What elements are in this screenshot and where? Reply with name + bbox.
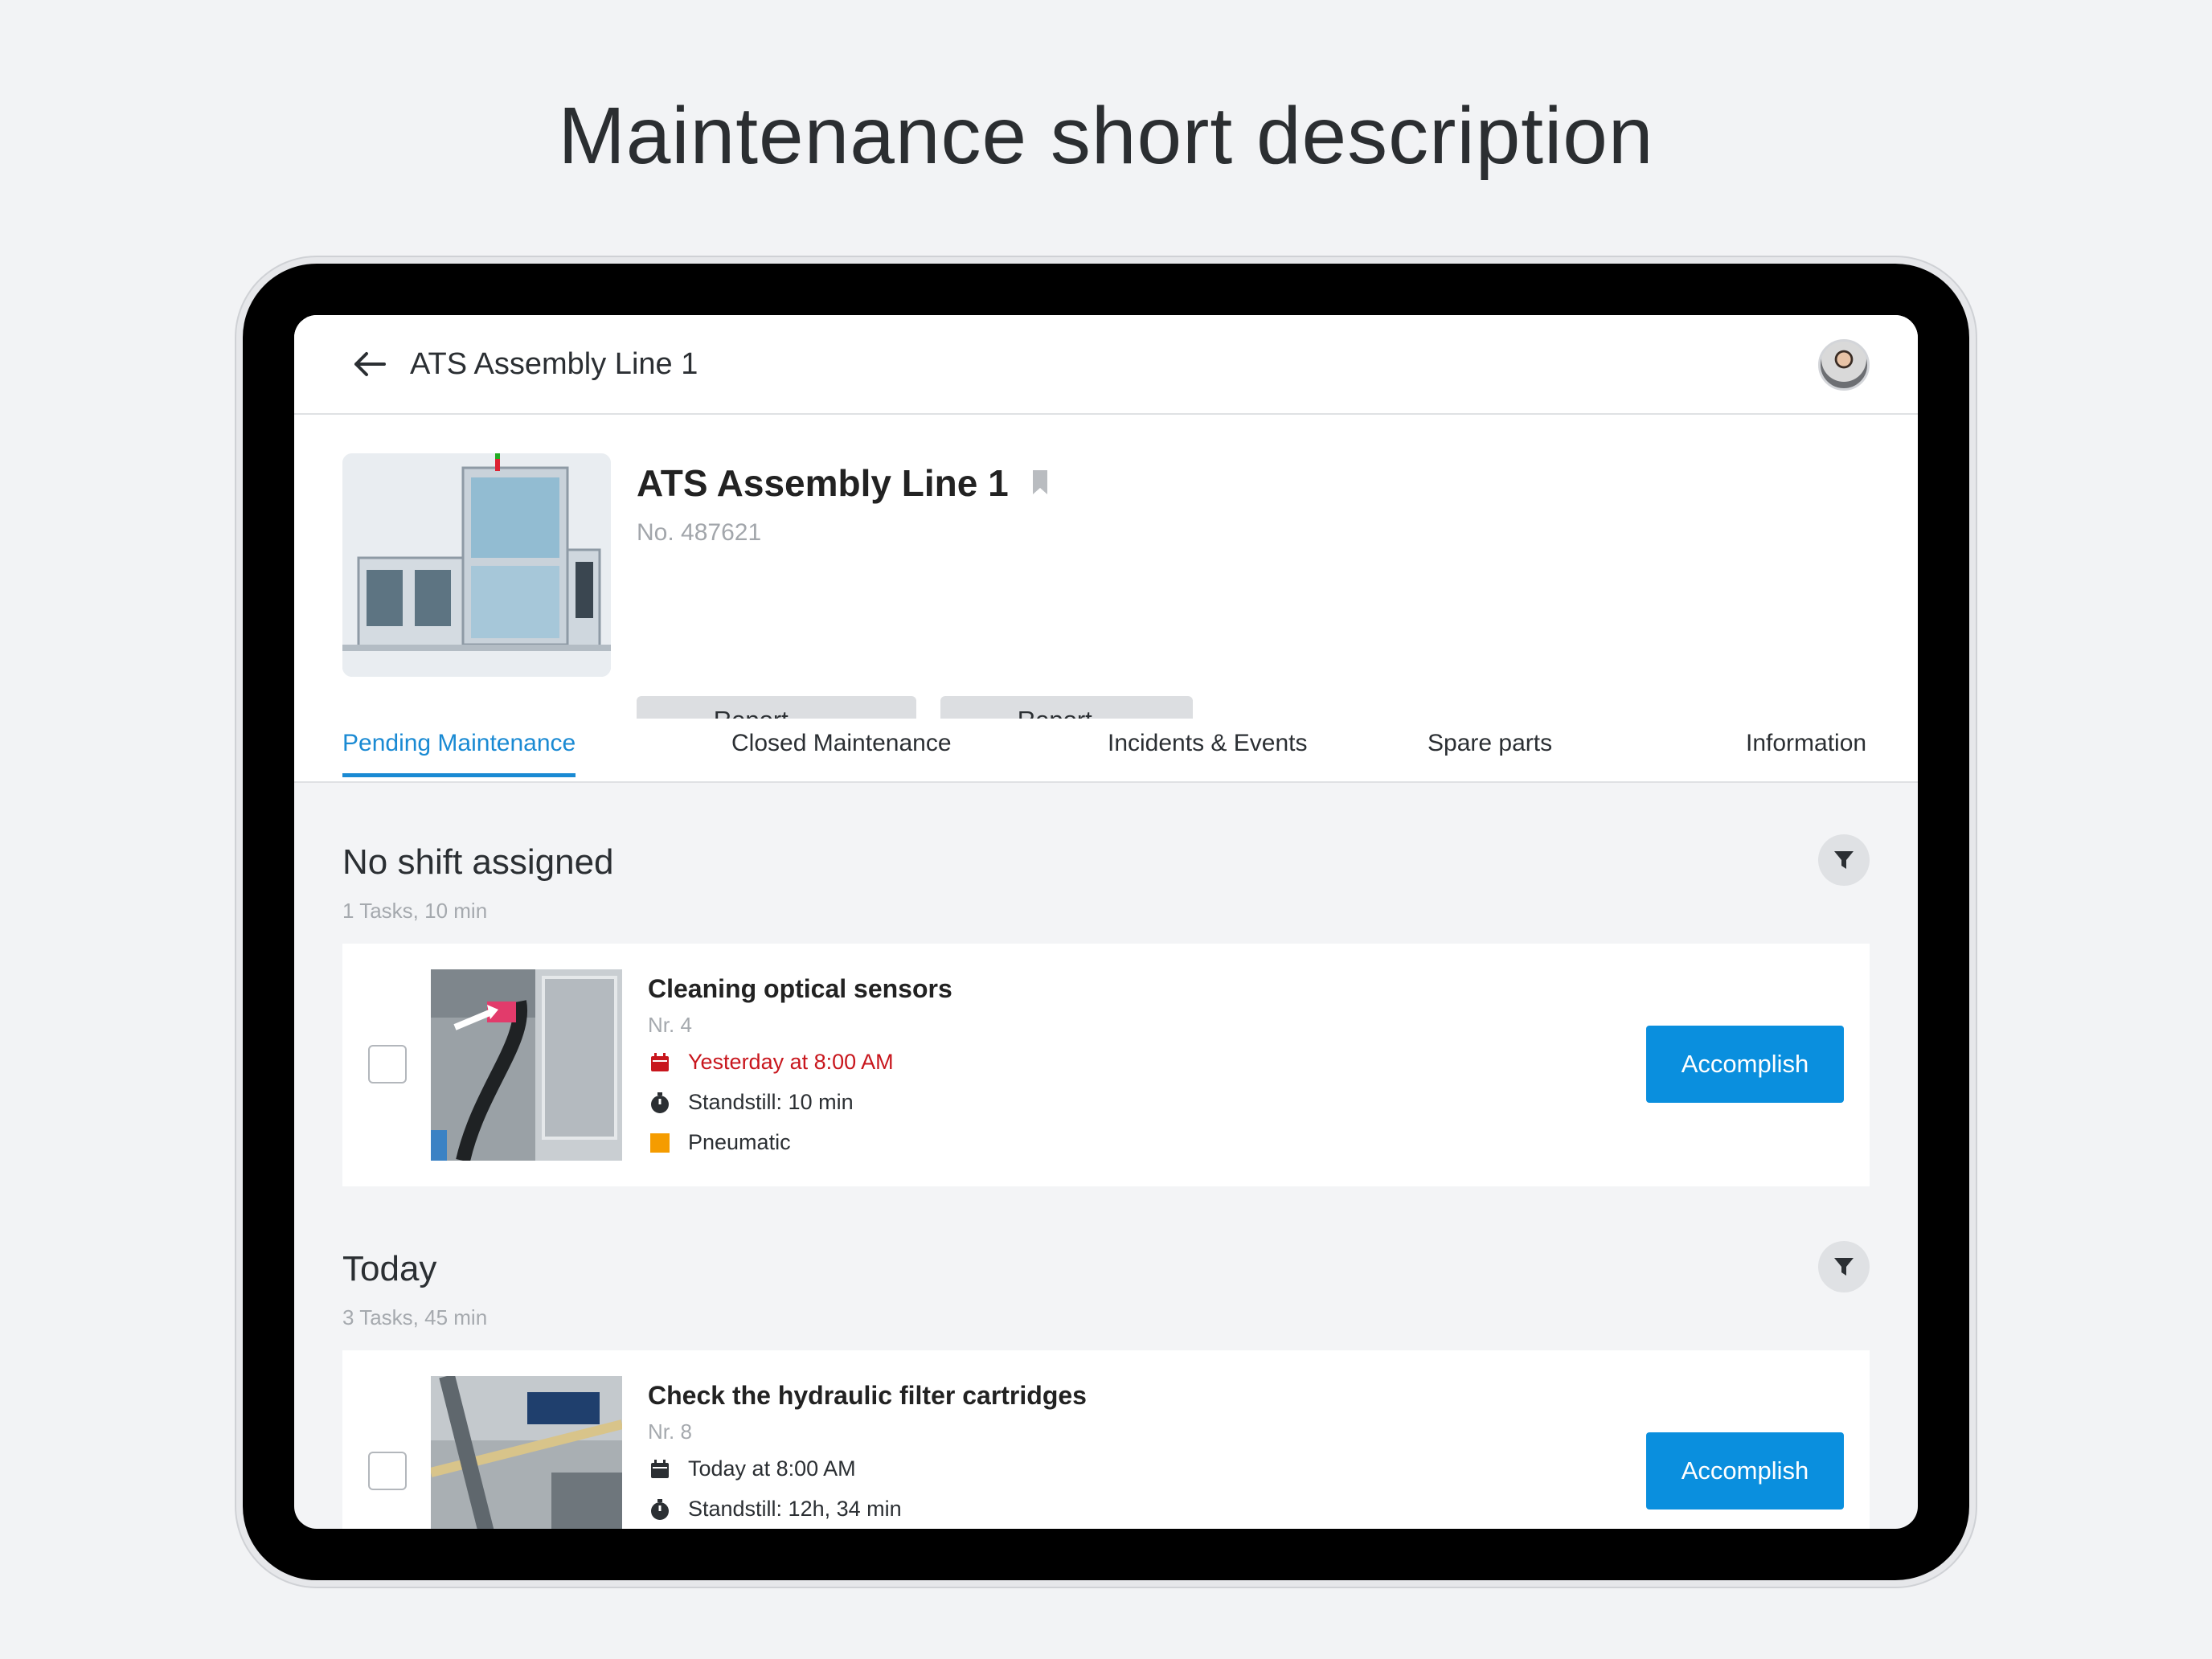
task-checkbox[interactable] (368, 1045, 407, 1083)
page-headline: Maintenance short description (558, 91, 1654, 181)
topbar-title: ATS Assembly Line 1 (410, 346, 698, 381)
accomplish-button[interactable]: Accomplish (1646, 1026, 1844, 1103)
tab-pending-maintenance[interactable]: Pending Maintenance (342, 730, 576, 777)
task-card[interactable]: Cleaning optical sensors Nr. 4 Yesterday… (342, 944, 1870, 1186)
task-due-text: Yesterday at 8:00 AM (688, 1050, 894, 1074)
tab-bar: Pending Maintenance Closed Maintenance I… (294, 719, 1918, 783)
top-bar: ATS Assembly Line 1 (294, 315, 1918, 415)
machine-image (342, 453, 611, 677)
content-area: No shift assigned 1 Tasks, 10 min Cleani… (294, 784, 1918, 1529)
task-category: Pneumatic (648, 1130, 791, 1155)
task-checkbox[interactable] (368, 1452, 407, 1490)
task-standstill: Standstill: 10 min (648, 1090, 854, 1115)
machine-title-text: ATS Assembly Line 1 (637, 462, 1009, 504)
accomplish-button[interactable]: Accomplish (1646, 1432, 1844, 1509)
section-summary: 1 Tasks, 10 min (342, 899, 488, 923)
task-number: Nr. 4 (648, 1013, 692, 1037)
task-title: Check the hydraulic filter cartridges (648, 1381, 1087, 1410)
task-standstill-text: Standstill: 10 min (688, 1090, 854, 1114)
filter-icon (1834, 851, 1854, 869)
stopwatch-icon (648, 1091, 672, 1115)
tablet-frame: ATS Assembly Line 1 ATS Assembly Line 1 … (243, 264, 1969, 1580)
machine-title: ATS Assembly Line 1 (637, 461, 1049, 505)
task-due-date: Today at 8:00 AM (648, 1456, 856, 1481)
app-screen: ATS Assembly Line 1 ATS Assembly Line 1 … (294, 315, 1918, 1529)
task-number: Nr. 8 (648, 1419, 692, 1444)
task-standstill: Standstill: 12h, 34 min (648, 1497, 902, 1522)
tab-information[interactable]: Information (1746, 730, 1866, 773)
task-thumbnail (431, 1376, 622, 1529)
stopwatch-icon (648, 1497, 672, 1522)
tab-spare-parts[interactable]: Spare parts (1428, 730, 1552, 773)
user-avatar[interactable] (1818, 339, 1870, 391)
machine-number: No. 487621 (637, 519, 762, 546)
filter-button[interactable] (1818, 834, 1870, 886)
calendar-icon (648, 1457, 672, 1481)
task-title: Cleaning optical sensors (648, 974, 952, 1003)
category-square-icon (648, 1131, 672, 1155)
back-arrow-icon[interactable] (352, 346, 387, 382)
section-title: Today (342, 1249, 437, 1288)
bookmark-icon[interactable] (1031, 461, 1049, 505)
filter-button[interactable] (1818, 1241, 1870, 1292)
calendar-icon (648, 1051, 672, 1075)
task-standstill-text: Standstill: 12h, 34 min (688, 1497, 902, 1521)
section-summary: 3 Tasks, 45 min (342, 1305, 488, 1329)
task-thumbnail (431, 969, 622, 1161)
task-category-text: Pneumatic (688, 1130, 791, 1154)
task-card[interactable]: Check the hydraulic filter cartridges Nr… (342, 1350, 1870, 1529)
filter-icon (1834, 1258, 1854, 1276)
task-due-date: Yesterday at 8:00 AM (648, 1050, 894, 1075)
tab-closed-maintenance[interactable]: Closed Maintenance (731, 730, 952, 773)
section-title: No shift assigned (342, 842, 614, 882)
tab-incidents-events[interactable]: Incidents & Events (1108, 730, 1307, 773)
task-due-text: Today at 8:00 AM (688, 1456, 856, 1481)
